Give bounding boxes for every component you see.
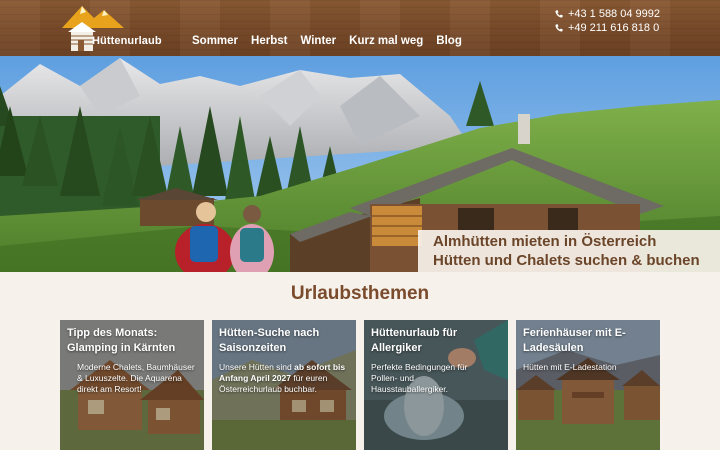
phone-number-de: +49 211 616 818 0 — [567, 22, 660, 34]
phone-link-at[interactable]: +43 1 588 04 9992 — [555, 7, 660, 21]
topic-card-allergiker[interactable]: Hüttenurlaub für Allergiker Perfekte Bed… — [364, 320, 508, 450]
hero-subheadline: Hütten und Chalets suchen & buchen — [433, 252, 700, 269]
nav-item-herbst[interactable]: Herbst — [251, 35, 287, 47]
topic-card-glamping[interactable]: Tipp des Monats: Glamping in Kärnten Mod… — [60, 320, 204, 450]
phone-number-at: +43 1 588 04 9992 — [567, 8, 660, 20]
phone-icon — [555, 10, 563, 18]
hero-banner: Almhütten mieten in Österreich Hütten un… — [0, 56, 720, 272]
card-title: Hütten-Suche nach Saisonzeiten — [219, 327, 320, 354]
nav-item-sommer[interactable]: Sommer — [192, 35, 238, 47]
site-header: Hüttenurlaub Sommer Herbst Winter Kurz m… — [0, 0, 720, 56]
phone-icon — [555, 24, 563, 32]
nav-item-kurz-mal-weg[interactable]: Kurz mal weg — [349, 35, 423, 47]
card-text-part: Unsere Hütten sind — [219, 362, 295, 372]
main-nav: Sommer Herbst Winter Kurz mal weg Blog — [192, 35, 475, 47]
card-title: Ferienhäuser mit E-Ladesäulen — [523, 327, 626, 354]
phone-link-de[interactable]: +49 211 616 818 0 — [555, 21, 660, 35]
hero-caption: Almhütten mieten in Österreich Hütten un… — [418, 230, 720, 272]
section-title: Urlaubsthemen — [290, 283, 430, 304]
topic-card-saison[interactable]: Hütten-Suche nach Saisonzeiten Unsere Hü… — [212, 320, 356, 450]
hero-headline: Almhütten mieten in Österreich — [433, 233, 657, 250]
topic-cards: Tipp des Monats: Glamping in Kärnten Mod… — [60, 320, 660, 450]
card-text: Perfekte Bedingungen für Pollen- und Hau… — [371, 362, 468, 394]
card-title: Hüttenurlaub für Allergiker — [371, 327, 458, 354]
card-text: Hütten mit E-Ladestation — [523, 362, 617, 372]
nav-item-blog[interactable]: Blog — [436, 35, 462, 47]
logo-text[interactable]: Hüttenurlaub — [92, 35, 162, 47]
topic-card-e-ladesaeulen[interactable]: Ferienhäuser mit E-Ladesäulen Hütten mit… — [516, 320, 660, 450]
nav-item-winter[interactable]: Winter — [300, 35, 336, 47]
phone-numbers: +43 1 588 04 9992 +49 211 616 818 0 — [555, 7, 660, 35]
card-title: Tipp des Monats: Glamping in Kärnten — [67, 327, 176, 354]
card-text: Unsere Hütten sind ab sofort bis Anfang … — [219, 362, 348, 395]
card-text: Moderne Chalets, Baumhäuser & Luxuszelte… — [77, 362, 195, 394]
